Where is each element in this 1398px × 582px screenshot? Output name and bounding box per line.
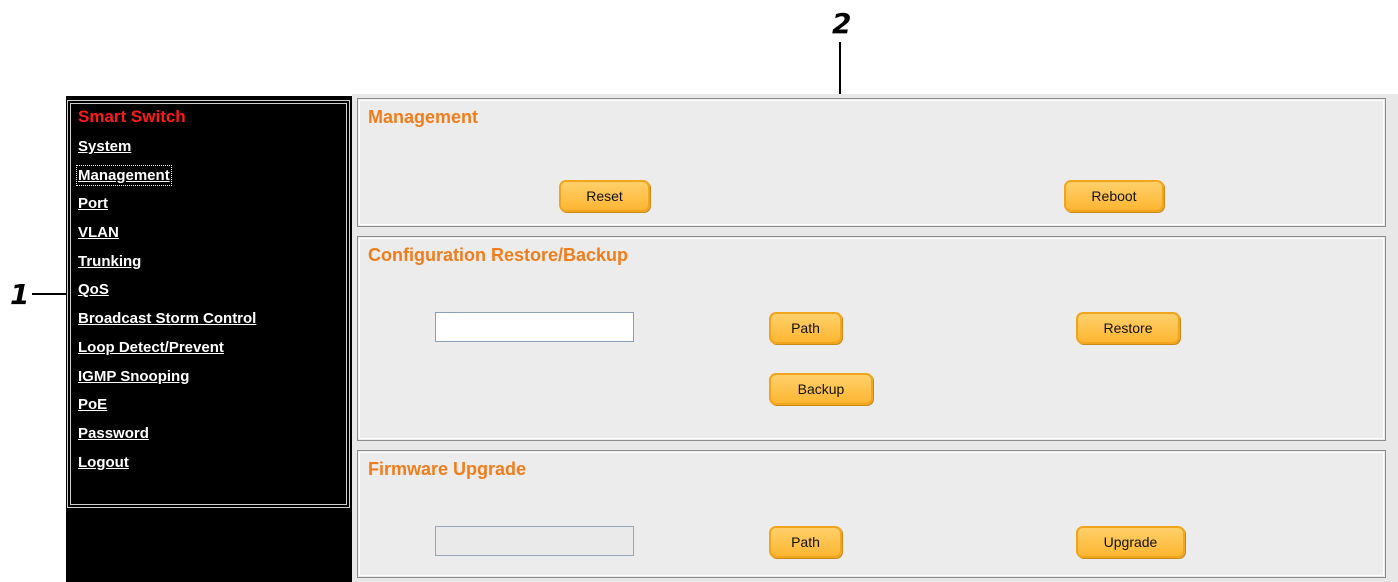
config-path-button[interactable]: Path bbox=[769, 312, 842, 344]
firmware-path-button[interactable]: Path bbox=[769, 526, 842, 558]
nav-item-system[interactable]: System bbox=[78, 138, 131, 155]
sidebar-frame: Smart Switch System Management Port VLAN… bbox=[67, 100, 350, 508]
restore-button[interactable]: Restore bbox=[1076, 312, 1180, 344]
callout-line-2 bbox=[839, 42, 841, 96]
nav-item-management[interactable]: Management bbox=[76, 164, 172, 186]
config-section: Configuration Restore/Backup Path Restor… bbox=[357, 236, 1386, 441]
firmware-section: Firmware Upgrade Path Upgrade bbox=[357, 450, 1386, 578]
backup-button[interactable]: Backup bbox=[769, 373, 873, 405]
nav-item-qos[interactable]: QoS bbox=[78, 281, 109, 298]
sidebar: Smart Switch System Management Port VLAN… bbox=[66, 96, 352, 582]
upgrade-button[interactable]: Upgrade bbox=[1076, 526, 1185, 558]
brand-title: Smart Switch bbox=[78, 107, 186, 126]
main-panel: Management Reset Reboot Configuration Re… bbox=[352, 94, 1398, 582]
nav-item-loop-detect[interactable]: Loop Detect/Prevent bbox=[78, 339, 224, 356]
reboot-button[interactable]: Reboot bbox=[1064, 180, 1164, 212]
config-title: Configuration Restore/Backup bbox=[368, 245, 629, 265]
management-title: Management bbox=[368, 107, 479, 127]
nav-item-port[interactable]: Port bbox=[78, 195, 108, 212]
firmware-file-input[interactable] bbox=[435, 526, 634, 556]
reset-button[interactable]: Reset bbox=[559, 180, 650, 212]
nav-menu: System Management Port VLAN Trunking QoS… bbox=[76, 138, 256, 482]
nav-item-logout[interactable]: Logout bbox=[78, 454, 129, 471]
firmware-title: Firmware Upgrade bbox=[368, 459, 527, 479]
nav-item-vlan[interactable]: VLAN bbox=[78, 224, 119, 241]
callout-label-2: 2 bbox=[832, 7, 852, 40]
nav-item-broadcast-storm-control[interactable]: Broadcast Storm Control bbox=[78, 310, 256, 327]
callout-label-1: 1 bbox=[10, 278, 30, 311]
nav-item-igmp-snooping[interactable]: IGMP Snooping bbox=[78, 368, 189, 385]
management-section: Management Reset Reboot bbox=[357, 98, 1386, 227]
config-file-input[interactable] bbox=[435, 312, 634, 342]
nav-item-poe[interactable]: PoE bbox=[78, 396, 107, 413]
nav-item-trunking[interactable]: Trunking bbox=[78, 253, 141, 270]
nav-item-password[interactable]: Password bbox=[78, 425, 149, 442]
